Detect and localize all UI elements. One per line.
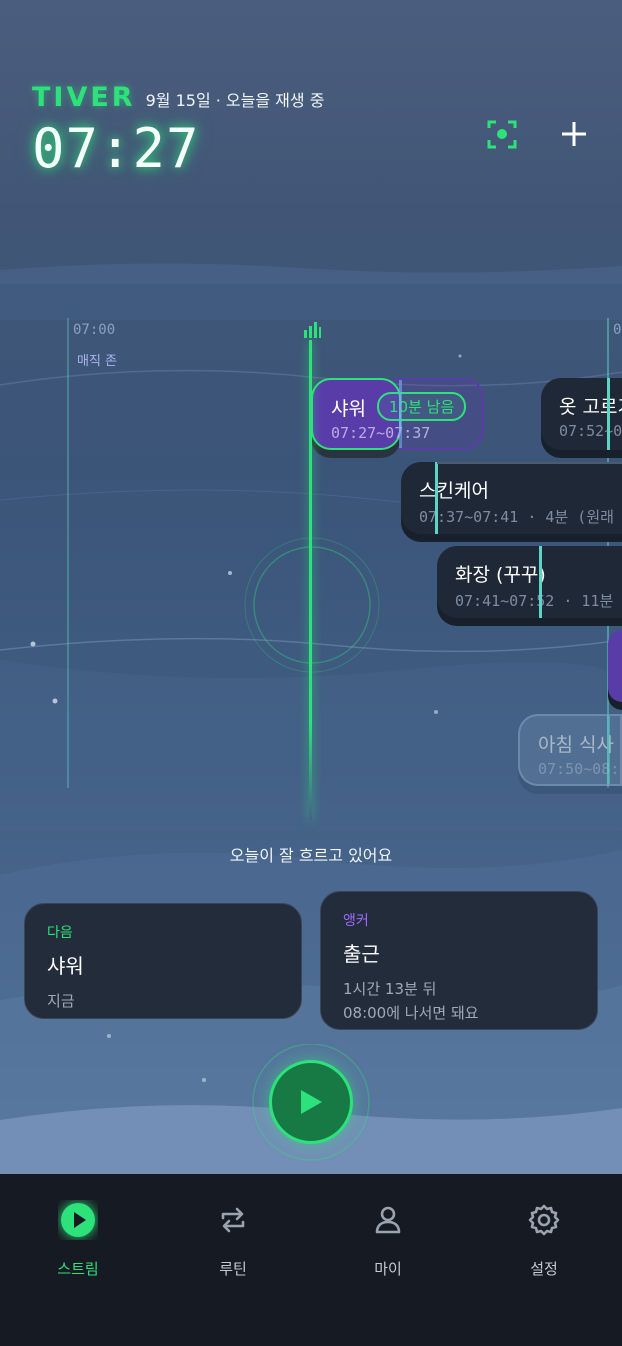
play-control bbox=[251, 1044, 371, 1164]
now-indicator-line bbox=[309, 340, 312, 820]
task-marker bbox=[607, 716, 610, 784]
task-title: 아침 식사 bbox=[538, 734, 614, 756]
timeline-next-time: 0 bbox=[613, 322, 622, 338]
bottom-nav: 스트림 루틴 마이 설정 bbox=[0, 1174, 622, 1346]
magic-zone-label: 매직 존 bbox=[77, 354, 118, 369]
anchor-card[interactable]: 앵커 출근 1시간 13분 뒤 08:00에 나서면 돼요 bbox=[320, 891, 598, 1030]
task-title: 화장 (꾸꾸) bbox=[455, 564, 546, 586]
play-button[interactable] bbox=[269, 1060, 353, 1144]
user-icon bbox=[375, 1206, 401, 1234]
current-time: 07:27 bbox=[32, 117, 200, 180]
task-title: 옷 고르기 bbox=[559, 396, 622, 418]
stream-screen: TIVER 9월 15일 · 오늘을 재생 중 07:27 07:00 0 매직… bbox=[0, 0, 622, 1174]
nav-label: 마이 bbox=[374, 1260, 402, 1278]
task-card-edge[interactable] bbox=[608, 630, 622, 702]
header: TIVER 9월 15일 · 오늘을 재생 중 07:27 bbox=[32, 82, 324, 180]
plus-icon bbox=[562, 122, 586, 146]
task-marker bbox=[607, 378, 610, 450]
task-marker bbox=[435, 462, 438, 534]
task-time: 07:27~07:37 bbox=[331, 424, 431, 442]
stream-play-icon bbox=[61, 1203, 95, 1237]
nav-item-settings[interactable]: 설정 bbox=[484, 1200, 604, 1279]
anchor-kicker: 앵커 bbox=[343, 913, 369, 929]
add-button[interactable] bbox=[554, 114, 594, 154]
repeat-icon bbox=[221, 1207, 245, 1233]
scan-button[interactable] bbox=[482, 114, 522, 154]
equalizer-icon bbox=[304, 322, 321, 338]
task-card-shower[interactable]: 샤워 07:27~07:37 10분 남음 bbox=[311, 378, 467, 450]
next-kicker: 다음 bbox=[47, 925, 73, 941]
status-message: 오늘이 잘 흐르고 있어요 bbox=[229, 846, 393, 865]
task-card-breakfast[interactable]: 아침 식사 07:50~08:00 bbox=[518, 714, 622, 786]
task-title: 샤워 bbox=[331, 398, 366, 420]
task-card-skincare[interactable]: 스킨케어 07:37~07:41 · 4분 (원래 7분) bbox=[401, 462, 622, 534]
task-time: 07:37~07:41 · 4분 (원래 7분) bbox=[419, 508, 622, 526]
date-line: 9월 15일 · 오늘을 재생 중 bbox=[145, 91, 325, 110]
nav-item-stream[interactable]: 스트림 bbox=[18, 1200, 138, 1279]
next-title: 샤워 bbox=[47, 954, 84, 978]
nav-label: 스트림 bbox=[57, 1260, 99, 1278]
timeline-start-line bbox=[67, 318, 69, 788]
anchor-title: 출근 bbox=[343, 942, 380, 966]
task-end-marker bbox=[399, 380, 402, 448]
anchor-sub-1: 1시간 13분 뒤 bbox=[343, 980, 437, 998]
next-task-card[interactable]: 다음 샤워 지금 bbox=[24, 903, 302, 1019]
task-title: 스킨케어 bbox=[419, 480, 489, 502]
app-logo: TIVER bbox=[32, 82, 136, 113]
anchor-sub-2: 08:00에 나서면 돼요 bbox=[343, 1004, 479, 1022]
nav-label: 설정 bbox=[530, 1260, 558, 1278]
nav-item-my[interactable]: 마이 bbox=[328, 1200, 448, 1279]
task-top-edge bbox=[437, 462, 622, 464]
next-sub: 지금 bbox=[47, 992, 75, 1010]
task-marker bbox=[539, 546, 542, 618]
task-card-outfit[interactable]: 옷 고르기 07:52~08:00 bbox=[541, 378, 622, 450]
task-card-makeup[interactable]: 화장 (꾸꾸) 07:41~07:52 · 11분 (원래 15분) bbox=[437, 546, 622, 618]
nav-label: 루틴 bbox=[219, 1260, 247, 1278]
nav-item-routine[interactable]: 루틴 bbox=[173, 1200, 293, 1279]
now-ring bbox=[244, 537, 380, 673]
remaining-badge: 10분 남음 bbox=[377, 392, 467, 421]
scan-focus-icon bbox=[487, 120, 517, 149]
gear-icon bbox=[528, 1204, 560, 1236]
play-icon bbox=[301, 1090, 322, 1114]
timeline-start-time: 07:00 bbox=[73, 322, 116, 338]
task-time: 07:52~08:00 bbox=[559, 422, 622, 440]
